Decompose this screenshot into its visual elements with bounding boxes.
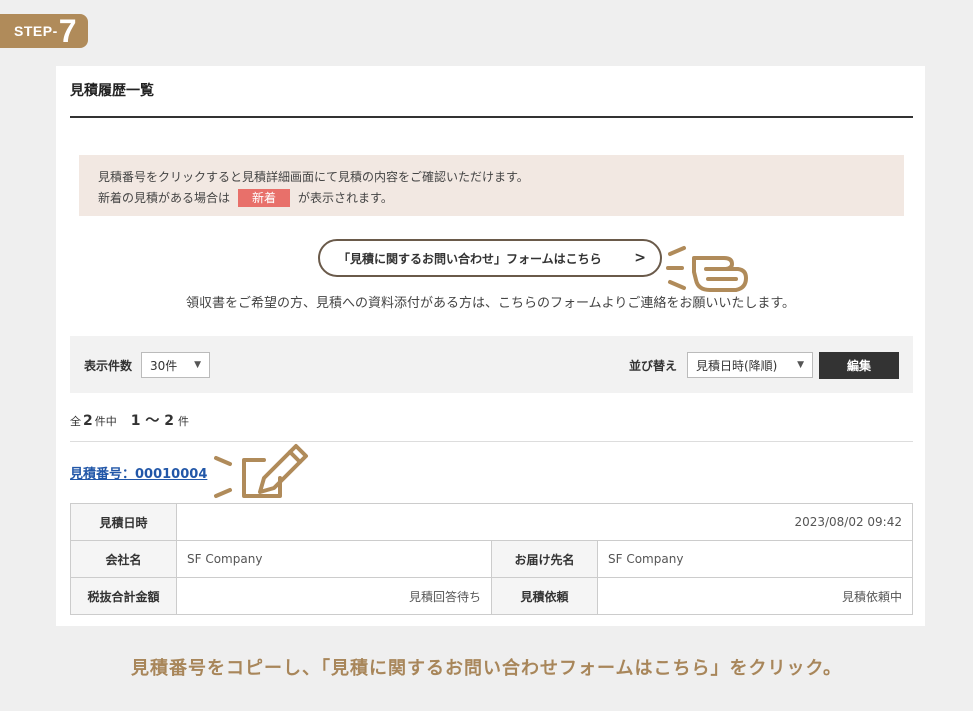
- instruction-caption: 見積番号をコピーし、「見積に関するお問い合わせフォームはこちら」をクリック。: [130, 658, 843, 679]
- company-value: SF Company: [176, 540, 492, 578]
- count-mid: 件中: [94, 415, 117, 428]
- count-suffix: 件: [177, 415, 189, 428]
- inquiry-form-button-label: 「見積に関するお問い合わせ」フォームはこちら: [338, 251, 602, 266]
- table-row: 見積日時 2023/08/02 09:42: [70, 503, 913, 541]
- sort-value: 見積日時(降順): [696, 358, 778, 373]
- title-divider: [70, 116, 913, 118]
- request-label: 見積依頼: [491, 577, 598, 615]
- table-row: 会社名 SF Company お届け先名 SF Company: [70, 540, 913, 578]
- notice-line-2-after: が表示されます。: [298, 191, 393, 205]
- inquiry-form-button[interactable]: 「見積に関するお問い合わせ」フォームはこちら >: [318, 239, 662, 277]
- count-total: 2: [83, 413, 93, 429]
- step-badge: STEP- 7: [0, 14, 88, 48]
- result-count: 全 2 件中 1 〜 2件: [70, 410, 189, 430]
- destination-label: お届け先名: [491, 540, 598, 578]
- destination-value: SF Company: [597, 540, 913, 578]
- notice-line-1: 見積番号をクリックすると見積詳細画面にて見積の内容をご確認いただけます。: [98, 170, 529, 184]
- notice-line-2-before: 新着の見積がある場合は: [98, 191, 231, 205]
- amount-value: 見積回答待ち: [176, 577, 492, 615]
- count-range: 1 〜 2: [130, 413, 174, 429]
- count-prefix: 全: [70, 415, 81, 428]
- new-badge: 新着: [238, 189, 291, 207]
- amount-label: 税抜合計金額: [70, 577, 177, 615]
- display-count-select[interactable]: 30件 ▼: [141, 352, 210, 378]
- page-title: 見積履歴一覧: [70, 83, 154, 99]
- form-help-text: 領収書をご希望の方、見積への資料添付がある方は、こちらのフォームよりご連絡をお願…: [185, 296, 796, 311]
- edit-button[interactable]: 編集: [819, 352, 899, 379]
- sort-select[interactable]: 見積日時(降順) ▼: [687, 352, 813, 378]
- sort-label: 並び替え: [629, 359, 678, 373]
- chevron-right-icon: >: [634, 250, 646, 266]
- info-notice: 見積番号をクリックすると見積詳細画面にて見積の内容をご確認いただけます。 新着の…: [79, 155, 904, 216]
- table-row: 税抜合計金額 見積回答待ち 見積依頼 見積依頼中: [70, 577, 913, 615]
- notice-line-2: 新着の見積がある場合は 新着 が表示されます。: [98, 188, 904, 209]
- step-label: STEP-: [14, 23, 58, 39]
- display-count-value: 30件: [150, 358, 178, 373]
- date-label: 見積日時: [70, 503, 177, 541]
- estimate-history-panel: 見積履歴一覧 見積番号をクリックすると見積詳細画面にて見積の内容をご確認いただけ…: [56, 66, 925, 626]
- display-count-label: 表示件数: [84, 359, 133, 373]
- request-value: 見積依頼中: [597, 577, 913, 615]
- list-controls: 表示件数 30件 ▼ 並び替え 見積日時(降順) ▼ 編集: [70, 336, 913, 393]
- estimate-detail-table: 見積日時 2023/08/02 09:42 会社名 SF Company お届け…: [70, 503, 913, 615]
- estimate-number-link[interactable]: 見積番号：00010004: [70, 463, 207, 482]
- company-label: 会社名: [70, 540, 177, 578]
- pencil-icon: [214, 444, 308, 498]
- date-value: 2023/08/02 09:42: [176, 503, 913, 541]
- caret-down-icon: ▼: [194, 360, 201, 370]
- step-number: 7: [58, 13, 77, 49]
- caret-down-icon: ▼: [797, 360, 804, 370]
- list-divider: [70, 441, 913, 442]
